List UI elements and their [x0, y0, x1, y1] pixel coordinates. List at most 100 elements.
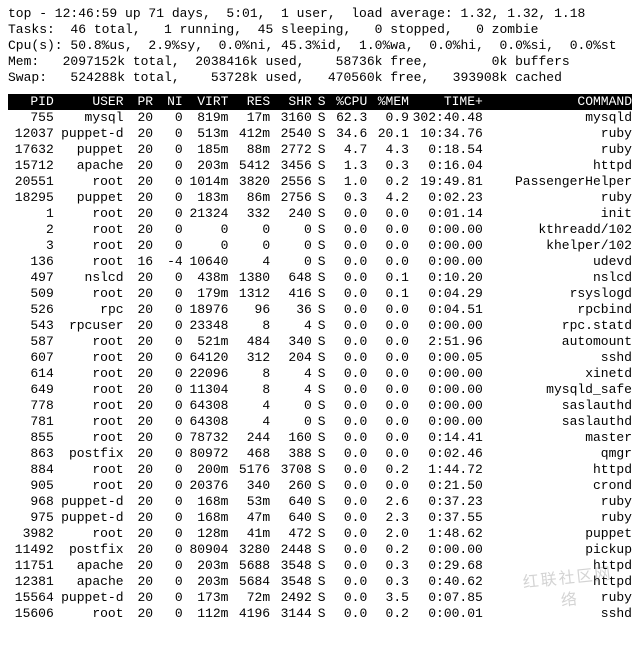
cell-pr: 20 — [124, 510, 154, 526]
cell-pr: 20 — [124, 462, 154, 478]
cell-res: 4 — [228, 414, 270, 430]
cell-virt: 438m — [183, 270, 229, 286]
cell-ni: 0 — [153, 334, 183, 350]
table-row[interactable]: 587root200521m484340S0.00.02:51.96automo… — [8, 334, 632, 350]
table-row[interactable]: 607root20064120312204S0.00.00:00.05sshd — [8, 350, 632, 366]
cell-cpu: 0.0 — [326, 334, 368, 350]
table-row[interactable]: 649root2001130484S0.00.00:00.00mysqld_sa… — [8, 382, 632, 398]
table-row[interactable]: 11492postfix2008090432802448S0.00.20:00.… — [8, 542, 632, 558]
table-row[interactable]: 905root20020376340260S0.00.00:21.50crond — [8, 478, 632, 494]
cell-shr: 3548 — [270, 574, 312, 590]
cell-pid: 905 — [8, 478, 54, 494]
col-pr[interactable]: PR — [124, 94, 154, 110]
col-ni[interactable]: NI — [153, 94, 183, 110]
col-res[interactable]: RES — [228, 94, 270, 110]
col-shr[interactable]: SHR — [270, 94, 312, 110]
cell-shr: 640 — [270, 510, 312, 526]
table-row[interactable]: 778root2006430840S0.00.00:00.00saslauthd — [8, 398, 632, 414]
table-row[interactable]: 781root2006430840S0.00.00:00.00saslauthd — [8, 414, 632, 430]
cell-shr: 204 — [270, 350, 312, 366]
cell-virt: 128m — [183, 526, 229, 542]
cell-s: S — [312, 158, 326, 174]
cell-time: 0:16.04 — [409, 158, 483, 174]
table-row[interactable]: 136root16-41064040S0.00.00:00.00udevd — [8, 254, 632, 270]
table-row[interactable]: 543rpcuser2002334884S0.00.00:00.00rpc.st… — [8, 318, 632, 334]
table-row[interactable]: 855root20078732244160S0.00.00:14.41maste… — [8, 430, 632, 446]
cell-mem: 0.2 — [367, 606, 409, 622]
table-row[interactable]: 12381apache200203m56843548S0.00.30:40.62… — [8, 574, 632, 590]
col-s[interactable]: S — [312, 94, 326, 110]
cell-pr: 20 — [124, 270, 154, 286]
table-row[interactable]: 614root2002209684S0.00.00:00.00xinetd — [8, 366, 632, 382]
col-mem[interactable]: %MEM — [367, 94, 409, 110]
cell-res: 4 — [228, 398, 270, 414]
cell-ni: 0 — [153, 462, 183, 478]
col-time[interactable]: TIME+ — [409, 94, 483, 110]
table-row[interactable]: 3982root200128m41m472S0.02.01:48.62puppe… — [8, 526, 632, 542]
cell-user: rpcuser — [54, 318, 124, 334]
cell-mem: 2.6 — [367, 494, 409, 510]
cell-virt: 185m — [183, 142, 229, 158]
cell-user: apache — [54, 574, 124, 590]
table-row[interactable]: 15606root200112m41963144S0.00.20:00.01ss… — [8, 606, 632, 622]
cell-cpu: 0.0 — [326, 590, 368, 606]
cell-pid: 543 — [8, 318, 54, 334]
cell-virt: 78732 — [183, 430, 229, 446]
table-row[interactable]: 526rpc200189769636S0.00.00:04.51rpcbind — [8, 302, 632, 318]
cell-res: 4196 — [228, 606, 270, 622]
table-row[interactable]: 975puppet-d200168m47m640S0.02.30:37.55ru… — [8, 510, 632, 526]
cell-ni: 0 — [153, 158, 183, 174]
col-cmd[interactable]: COMMAND — [483, 94, 632, 110]
table-row[interactable]: 884root200200m51763708S0.00.21:44.72http… — [8, 462, 632, 478]
cell-time: 0:00.00 — [409, 398, 483, 414]
table-row[interactable]: 18295puppet200183m86m2756S0.34.20:02.23r… — [8, 190, 632, 206]
col-user[interactable]: USER — [54, 94, 124, 110]
cell-virt: 203m — [183, 574, 229, 590]
cell-ni: 0 — [153, 142, 183, 158]
table-row[interactable]: 17632puppet200185m88m2772S4.74.30:18.54r… — [8, 142, 632, 158]
table-row[interactable]: 3root200000S0.00.00:00.00khelper/102 — [8, 238, 632, 254]
top-summary-line-5: Swap: 524288k total, 53728k used, 470560… — [8, 70, 632, 86]
cell-mem: 0.3 — [367, 558, 409, 574]
cell-time: 0:29.68 — [409, 558, 483, 574]
table-row[interactable]: 12037puppet-d200513m412m2540S34.620.110:… — [8, 126, 632, 142]
table-row[interactable]: 755mysql200819m17m3160S62.30.9302:40.48m… — [8, 110, 632, 126]
table-row[interactable]: 1root20021324332240S0.00.00:01.14init — [8, 206, 632, 222]
cell-res: 47m — [228, 510, 270, 526]
cell-s: S — [312, 510, 326, 526]
cell-ni: 0 — [153, 430, 183, 446]
cell-user: root — [54, 286, 124, 302]
cell-time: 0:00.00 — [409, 382, 483, 398]
table-row[interactable]: 20551root2001014m38202556S1.00.219:49.81… — [8, 174, 632, 190]
table-row[interactable]: 11751apache200203m56883548S0.00.30:29.68… — [8, 558, 632, 574]
cell-ni: 0 — [153, 478, 183, 494]
cell-mem: 0.0 — [367, 382, 409, 398]
cell-cpu: 0.0 — [326, 366, 368, 382]
col-pid[interactable]: PID — [8, 94, 54, 110]
cell-user: puppet-d — [54, 510, 124, 526]
table-row[interactable]: 15712apache200203m54123456S1.30.30:16.04… — [8, 158, 632, 174]
cell-time: 0:00.05 — [409, 350, 483, 366]
cell-mem: 0.2 — [367, 462, 409, 478]
table-row[interactable]: 497nslcd200438m1380648S0.00.10:10.20nslc… — [8, 270, 632, 286]
cell-mem: 0.0 — [367, 366, 409, 382]
cell-pid: 855 — [8, 430, 54, 446]
table-row[interactable]: 15564puppet-d200173m72m2492S0.03.50:07.8… — [8, 590, 632, 606]
cell-time: 0:37.55 — [409, 510, 483, 526]
cell-user: root — [54, 366, 124, 382]
col-virt[interactable]: VIRT — [183, 94, 229, 110]
table-row[interactable]: 2root200000S0.00.00:00.00kthreadd/102 — [8, 222, 632, 238]
cell-cmd: rpc.statd — [483, 318, 632, 334]
cell-virt: 18976 — [183, 302, 229, 318]
table-row[interactable]: 968puppet-d200168m53m640S0.02.60:37.23ru… — [8, 494, 632, 510]
cell-shr: 648 — [270, 270, 312, 286]
col-cpu[interactable]: %CPU — [326, 94, 368, 110]
cell-shr: 640 — [270, 494, 312, 510]
cell-cpu: 0.3 — [326, 190, 368, 206]
cell-virt: 179m — [183, 286, 229, 302]
cell-res: 96 — [228, 302, 270, 318]
cell-pid: 17632 — [8, 142, 54, 158]
table-row[interactable]: 509root200179m1312416S0.00.10:04.29rsysl… — [8, 286, 632, 302]
table-row[interactable]: 863postfix20080972468388S0.00.00:02.46qm… — [8, 446, 632, 462]
cell-virt: 80904 — [183, 542, 229, 558]
